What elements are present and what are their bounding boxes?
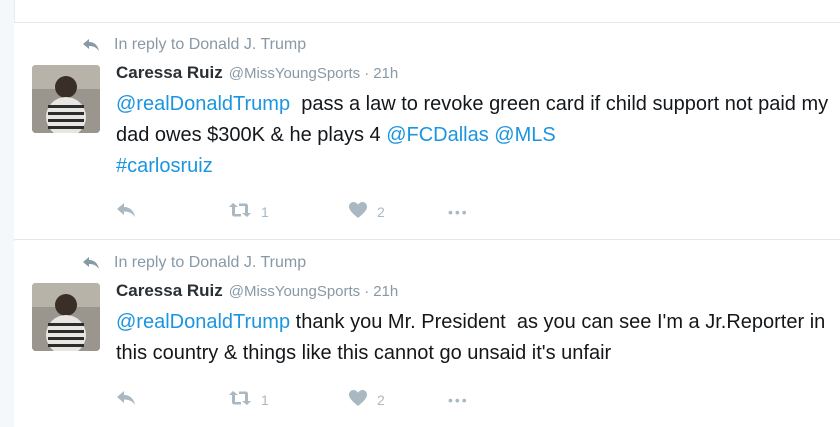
avatar[interactable] [32,283,100,351]
like-count: 2 [377,391,385,408]
author-handle[interactable]: @MissYoungSports [229,65,360,82]
reply-button[interactable] [116,202,228,221]
reply-context-arrow-icon [82,38,100,52]
more-options-button[interactable]: ••• [448,205,469,219]
like-button[interactable]: 2 [348,389,448,410]
like-heart-icon [348,201,368,222]
more-options-icon: ••• [448,203,469,220]
more-options-button[interactable]: ••• [448,393,469,407]
avatar[interactable] [32,65,100,133]
author-name[interactable]: Caressa Ruiz [116,281,223,301]
reply-context-arrow-icon [82,256,100,270]
author-handle[interactable]: @MissYoungSports [229,283,360,300]
mention-link[interactable]: @MLS [494,124,555,146]
like-button[interactable]: 2 [348,201,448,222]
separator: · [364,65,370,82]
timestamp[interactable]: 21h [373,65,398,82]
previous-tweet-edge [14,0,840,23]
tweet-actions: 1 2 ••• [116,389,469,410]
separator: · [364,283,370,300]
tweet[interactable]: In reply to Donald J. Trump Caressa Ruiz… [14,241,840,427]
tweet-header: Caressa Ruiz @MissYoungSports · 21h [116,63,398,83]
reply-context[interactable]: In reply to Donald J. Trump [82,253,306,273]
left-gutter [0,0,15,427]
retweet-button[interactable]: 1 [228,390,348,409]
mention-link[interactable]: @realDonaldTrump [116,93,290,115]
like-heart-icon [348,389,368,410]
tweet[interactable]: In reply to Donald J. Trump Caressa Ruiz… [14,23,840,240]
retweet-count: 1 [261,391,269,408]
retweet-count: 1 [261,203,269,220]
author-name[interactable]: Caressa Ruiz [116,63,223,83]
reply-icon [116,202,136,221]
reply-button[interactable] [116,390,228,409]
mention-link[interactable]: @FCDallas [386,124,489,146]
more-options-icon: ••• [448,391,469,408]
like-count: 2 [377,203,385,220]
tweet-text: @realDonaldTrump thank you Mr. President… [116,307,836,369]
retweet-icon [228,390,252,409]
reply-icon [116,390,136,409]
tweet-header: Caressa Ruiz @MissYoungSports · 21h [116,281,398,301]
timeline-page: In reply to Donald J. Trump Caressa Ruiz… [0,0,840,427]
mention-link[interactable]: @realDonaldTrump [116,311,290,333]
retweet-button[interactable]: 1 [228,202,348,221]
tweet-actions: 1 2 ••• [116,201,469,222]
reply-context-text: In reply to Donald J. Trump [114,36,307,53]
retweet-icon [228,202,252,221]
hashtag-link[interactable]: #carlosruiz [116,155,213,177]
reply-context-text: In reply to Donald J. Trump [114,254,307,271]
tweet-text: @realDonaldTrump pass a law to revoke gr… [116,89,836,182]
reply-context[interactable]: In reply to Donald J. Trump [82,35,306,55]
timestamp[interactable]: 21h [373,283,398,300]
